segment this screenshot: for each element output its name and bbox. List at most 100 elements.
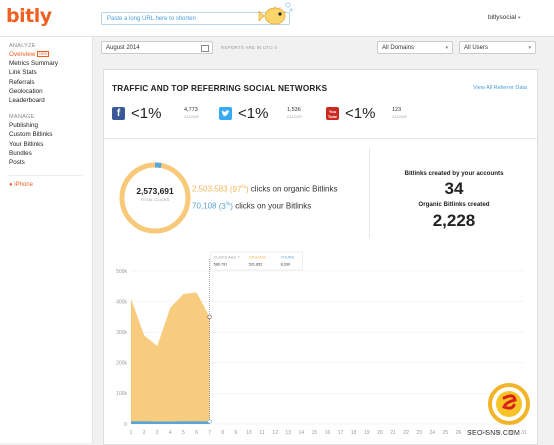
y-tick-label: 300k [116, 330, 127, 336]
view-all-referrer-link[interactable]: View All Referrer Data [473, 85, 527, 91]
date-value: August 2014 [106, 45, 140, 51]
organic-clicks-value: 2,503,583 [192, 185, 228, 194]
sidebar-item-posts[interactable]: Posts [9, 158, 92, 167]
tooltip-organic-value: 531,852 [249, 263, 263, 267]
network-youtube: YouTube <1% 123 CLICKS [326, 105, 436, 125]
network-facebook: f <1% 4,773 CLICKS [112, 105, 212, 125]
blowfish-mascot-icon [258, 1, 294, 27]
organic-clicks-text: clicks on organic Bitlinks [251, 185, 338, 194]
network-pct: <1% [345, 105, 375, 122]
domains-value: All Domains [382, 45, 414, 51]
x-tick-label: 22 [403, 430, 409, 436]
y-tick-label: 500k [116, 269, 127, 275]
your-clicks-stat: 70,108 (3%) clicks on your Bitlinks [192, 201, 311, 211]
network-twitter: <1% 1,536 CLICKS [219, 105, 319, 125]
top-bar: bitly Paste a long URL here to shorten b… [0, 0, 554, 37]
network-clicks: 4,773 [184, 107, 198, 113]
users-dropdown[interactable]: All Users ▾ [459, 41, 536, 54]
chevron-down-icon: ▾ [518, 15, 521, 21]
sidebar-item-your-bitlinks[interactable]: Your Bitlinks [9, 140, 92, 149]
network-clicks-label: CLICKS [392, 115, 407, 119]
x-tick-label: 15 [312, 430, 318, 436]
total-clicks-value: 2,573,691 [118, 186, 192, 196]
chevron-down-icon: ▾ [528, 42, 531, 55]
x-tick-label: 17 [338, 430, 344, 436]
your-clicks-value: 70,108 [192, 202, 216, 211]
network-clicks: 123 [392, 107, 401, 113]
total-clicks-label: TOTAL CLICKS [118, 198, 192, 202]
bitly-logo[interactable]: bitly [6, 5, 52, 27]
tooltip-organic-label: ORGANIC [249, 256, 267, 260]
network-clicks-label: CLICKS [184, 115, 199, 119]
network-clicks: 1,536 [287, 107, 301, 113]
accounts-created-label: Bitlinks created by your accounts [374, 170, 534, 177]
y-tick-label: 400k [116, 299, 127, 305]
sidebar: ANALYZE OverviewNEW Metrics Summary Link… [0, 37, 93, 443]
panel-title: TRAFFIC AND TOP REFERRING SOCIAL NETWORK… [112, 84, 327, 93]
network-pct: <1% [131, 105, 161, 122]
sidebar-item-leaderboard[interactable]: Leaderboard [9, 96, 92, 105]
tooltip-total: 580,791 [214, 263, 228, 267]
x-tick-label: 4 [169, 430, 172, 436]
tooltip-date: CLICKS AUG 7 [214, 256, 240, 260]
x-tick-label: 16 [325, 430, 331, 436]
vertical-divider [369, 148, 370, 238]
series-area-organic [131, 292, 210, 424]
y-tick-label: 0 [124, 422, 127, 428]
date-picker[interactable]: August 2014 [101, 41, 213, 54]
timezone-note: REPORTS ARE IN UTC-4 [221, 45, 277, 50]
y-tick-label: 100k [116, 391, 127, 397]
sidebar-item-publishing[interactable]: Publishing [9, 121, 92, 130]
apple-icon: ● [9, 182, 13, 188]
x-tick-label: 20 [377, 430, 383, 436]
your-clicks-text: clicks on your Bitlinks [235, 202, 311, 211]
x-tick-label: 19 [364, 430, 370, 436]
filter-bar: August 2014 REPORTS ARE IN UTC-4 All Dom… [93, 37, 554, 61]
x-tick-label: 3 [156, 430, 159, 436]
x-tick-label: 26 [456, 430, 462, 436]
x-tick-label: 8 [221, 430, 224, 436]
organic-created-value: 2,228 [374, 211, 534, 231]
watermark-text: SEO-SNS.COM [467, 430, 520, 437]
x-tick-label: 23 [416, 430, 422, 436]
tooltip-yours-label: YOURS [281, 256, 295, 260]
youtube-icon: YouTube [326, 107, 339, 120]
iphone-label: iPhone [14, 182, 33, 188]
y-tick-label: 200k [116, 361, 127, 367]
x-tick-label: 25 [443, 430, 449, 436]
x-tick-label: 7 [208, 430, 211, 436]
user-name: bitlysocial [488, 14, 516, 21]
hover-marker [208, 420, 212, 424]
x-tick-label: 9 [234, 430, 237, 436]
calendar-icon[interactable] [201, 45, 209, 52]
x-tick-label: 24 [430, 430, 436, 436]
x-tick-label: 10 [246, 430, 252, 436]
organic-clicks-stat: 2,503,583 (97%) clicks on organic Bitlin… [192, 184, 337, 194]
chevron-down-icon: ▾ [445, 42, 448, 55]
sidebar-heading-manage: MANAGE [9, 114, 92, 120]
sidebar-item-overview[interactable]: OverviewNEW [9, 50, 92, 59]
x-tick-label: 13 [285, 430, 291, 436]
sidebar-item-bundles[interactable]: Bundles [9, 149, 92, 158]
x-tick-label: 11 [259, 430, 264, 436]
network-clicks-label: CLICKS [287, 115, 302, 119]
sidebar-item-metrics-summary[interactable]: Metrics Summary [9, 59, 92, 68]
tooltip-yours-value: 8,339 [281, 263, 291, 267]
user-menu[interactable]: bitlysocial ▾ [488, 14, 521, 21]
sidebar-item-custom-bitlinks[interactable]: Custom Bitlinks [9, 130, 92, 139]
sidebar-item-link-stats[interactable]: Link Stats [9, 68, 92, 77]
sidebar-item-geolocation[interactable]: Geolocation [9, 87, 92, 96]
users-value: All Users [464, 45, 488, 51]
series-area-yours [131, 421, 210, 424]
domains-dropdown[interactable]: All Domains ▾ [377, 41, 453, 54]
sidebar-item-referrals[interactable]: Referrals [9, 78, 92, 87]
twitter-icon [219, 107, 232, 120]
sidebar-item-iphone[interactable]: ● iPhone [9, 182, 92, 188]
new-badge: NEW [37, 51, 49, 57]
x-tick-label: 1 [130, 430, 133, 436]
sidebar-item-label: Overview [9, 51, 35, 58]
x-tick-label: 2 [143, 430, 146, 436]
x-tick-label: 6 [195, 430, 198, 436]
x-tick-label: 21 [390, 430, 396, 436]
x-tick-label: 18 [351, 430, 357, 436]
